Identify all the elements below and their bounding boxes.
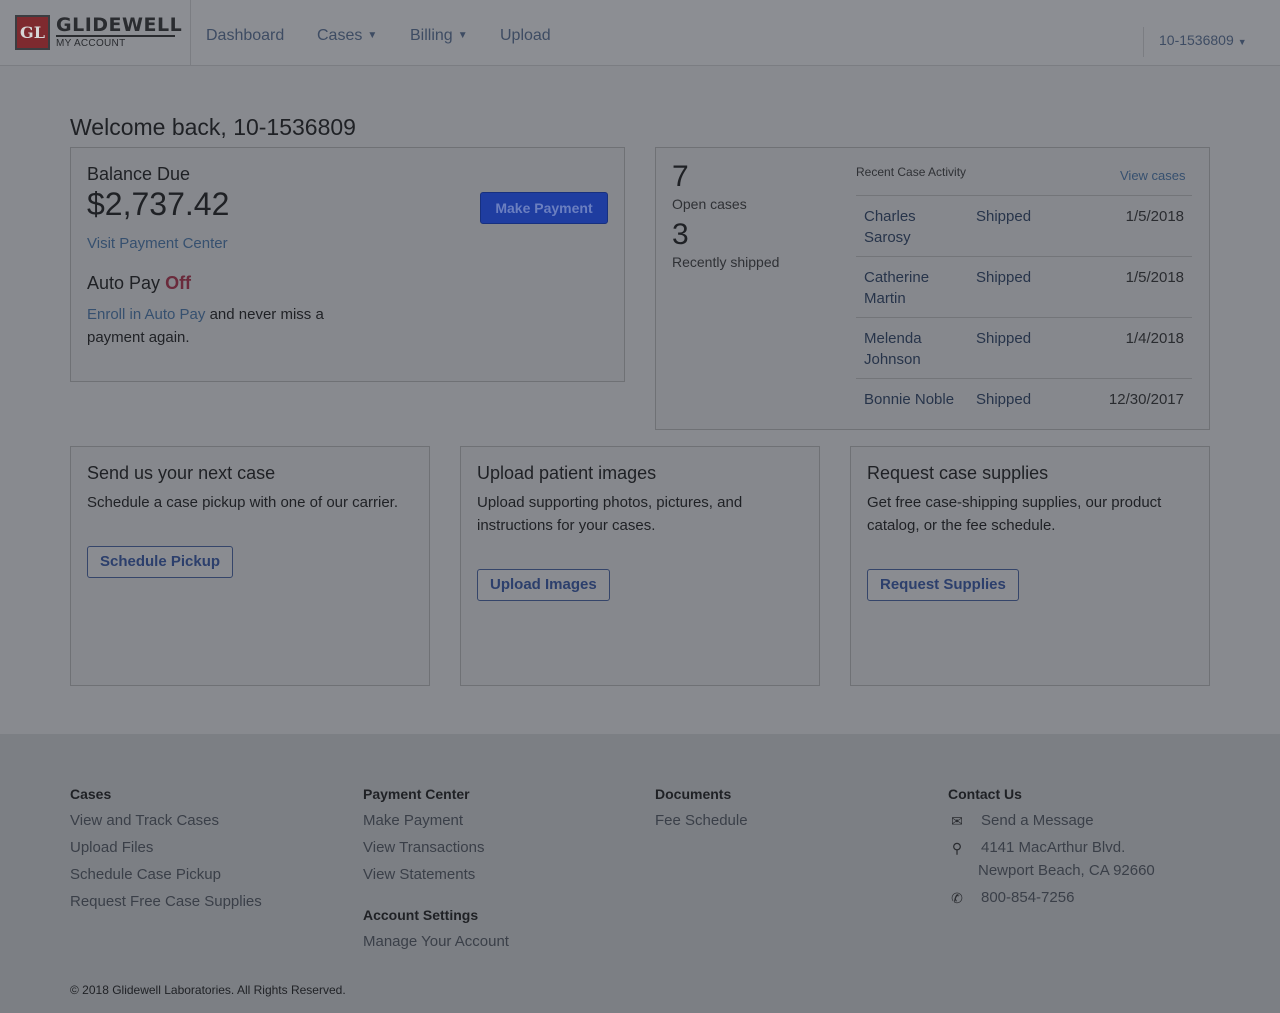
- card-title: Request case supplies: [867, 463, 1049, 483]
- footer-link-view-transactions[interactable]: View Transactions: [363, 838, 509, 865]
- balance-label: Balance Due: [87, 164, 191, 184]
- case-status: Shipped: [976, 208, 1032, 225]
- schedule-pickup-card: Send us your next case Schedule a case p…: [70, 446, 430, 686]
- card-description: Schedule a case pickup with one of our c…: [87, 494, 399, 511]
- table-row[interactable]: Bonnie Noble Shipped 12/30/2017: [856, 378, 1192, 419]
- send-message-link[interactable]: ✉ Send a Message: [948, 811, 1155, 838]
- case-status: Shipped: [976, 330, 1032, 347]
- address-city: Newport Beach, CA 92660: [978, 862, 1155, 879]
- footer-heading: Account Settings: [363, 907, 479, 923]
- card-description: Upload supporting photos, pictures, and …: [477, 494, 743, 534]
- case-status: Shipped: [976, 269, 1032, 286]
- caret-down-icon: ▼: [1237, 37, 1247, 47]
- envelope-icon: ✉: [951, 813, 963, 829]
- card-description: Get free case-shipping supplies, our pro…: [867, 494, 1162, 534]
- balance-amount: $2,737.42: [87, 186, 230, 222]
- account-number: 10-1536809: [1159, 32, 1234, 48]
- address-line-2: Newport Beach, CA 92660: [948, 861, 1155, 888]
- nav-upload[interactable]: Upload: [500, 27, 551, 45]
- caret-down-icon: ▼: [457, 30, 468, 42]
- footer-link-request-supplies[interactable]: Request Free Case Supplies: [70, 892, 262, 919]
- account-menu[interactable]: 10-1536809 ▼: [1159, 32, 1247, 48]
- request-supplies-button[interactable]: Request Supplies: [867, 569, 1019, 601]
- shipped-label: Recently shipped: [672, 254, 780, 270]
- recent-activity-title: Recent Case Activity: [856, 165, 967, 179]
- autopay-state: Off: [165, 273, 192, 293]
- brand-name: GLIDEWELL: [56, 14, 183, 36]
- footer-link-view-statements[interactable]: View Statements: [363, 865, 509, 892]
- visit-payment-center-link[interactable]: Visit Payment Center: [87, 235, 228, 252]
- footer-link-upload-files[interactable]: Upload Files: [70, 838, 262, 865]
- page-title: Welcome back, 10-1536809: [70, 114, 356, 140]
- case-status: Shipped: [976, 391, 1032, 408]
- request-supplies-card: Request case supplies Get free case-ship…: [850, 446, 1210, 686]
- nav-divider: [1143, 27, 1144, 57]
- nav-dashboard-label: Dashboard: [206, 27, 285, 44]
- upload-images-button[interactable]: Upload Images: [477, 569, 610, 601]
- case-date: 12/30/2017: [1108, 391, 1184, 408]
- nav-cases[interactable]: Cases ▼: [317, 27, 377, 45]
- glidewell-logo[interactable]: GL GLIDEWELL MY ACCOUNT: [0, 0, 191, 66]
- address-street: 4141 MacArthur Blvd.: [981, 839, 1126, 856]
- cases-panel: 7 Open cases 3 Recently shipped Recent C…: [655, 147, 1210, 430]
- phone-label: 800-854-7256: [981, 889, 1075, 906]
- table-row[interactable]: Charles Sarosy Shipped 1/5/2018: [856, 195, 1192, 257]
- open-cases-count: 7: [672, 160, 689, 193]
- autopay-status: Auto Pay Off: [87, 273, 191, 294]
- gl-logo-mark: GL: [15, 15, 50, 50]
- map-marker-icon: ⚲: [951, 840, 963, 856]
- phone-icon: ✆: [951, 890, 963, 906]
- nav-upload-label: Upload: [500, 27, 551, 44]
- nav-dashboard[interactable]: Dashboard: [206, 27, 284, 45]
- view-cases-link[interactable]: View cases: [1120, 168, 1186, 183]
- brand-subtitle: MY ACCOUNT: [56, 38, 126, 49]
- nav-cases-label: Cases: [317, 27, 363, 44]
- autopay-label: Auto Pay: [87, 273, 161, 293]
- recent-activity-table: Charles Sarosy Shipped 1/5/2018 Catherin…: [856, 195, 1192, 418]
- table-row[interactable]: Catherine Martin Shipped 1/5/2018: [856, 256, 1192, 318]
- patient-name[interactable]: Catherine Martin: [856, 257, 968, 318]
- logo-divider: [56, 35, 175, 37]
- footer-documents-column: Documents Fee Schedule: [655, 786, 748, 838]
- footer-heading: Cases: [70, 786, 112, 802]
- footer-cases-column: Cases View and Track Cases Upload Files …: [70, 786, 262, 919]
- send-message-label: Send a Message: [981, 812, 1094, 829]
- footer-heading: Documents: [655, 786, 732, 802]
- copyright: © 2018 Glidewell Laboratories. All Right…: [70, 983, 346, 997]
- case-date: 1/5/2018: [1125, 269, 1184, 286]
- enroll-autopay-text: Enroll in Auto Pay and never miss a paym…: [87, 303, 347, 349]
- nav-billing[interactable]: Billing ▼: [410, 27, 468, 45]
- patient-name[interactable]: Melenda Johnson: [856, 318, 968, 379]
- footer-contact-column: Contact Us ✉ Send a Message ⚲ 4141 MacAr…: [948, 786, 1155, 915]
- patient-name[interactable]: Charles Sarosy: [856, 196, 968, 257]
- shipped-count: 3: [672, 218, 689, 251]
- enroll-autopay-link[interactable]: Enroll in Auto Pay: [87, 306, 205, 323]
- phone-number[interactable]: ✆ 800-854-7256: [948, 888, 1155, 915]
- footer-link-make-payment[interactable]: Make Payment: [363, 811, 509, 838]
- footer-link-schedule-pickup[interactable]: Schedule Case Pickup: [70, 865, 262, 892]
- card-title: Send us your next case: [87, 463, 276, 483]
- card-title: Upload patient images: [477, 463, 657, 483]
- balance-panel: Balance Due $2,737.42 Make Payment Visit…: [70, 147, 625, 382]
- patient-name[interactable]: Bonnie Noble: [856, 379, 968, 419]
- open-cases-label: Open cases: [672, 196, 747, 212]
- top-navbar: GL GLIDEWELL MY ACCOUNT Dashboard Cases ▼…: [0, 0, 1280, 66]
- footer-heading: Contact Us: [948, 786, 1022, 802]
- table-row[interactable]: Melenda Johnson Shipped 1/4/2018: [856, 317, 1192, 379]
- caret-down-icon: ▼: [367, 30, 378, 42]
- footer-link-view-cases[interactable]: View and Track Cases: [70, 811, 262, 838]
- case-date: 1/5/2018: [1125, 208, 1184, 225]
- nav-billing-label: Billing: [410, 27, 453, 44]
- footer-link-manage-account[interactable]: Manage Your Account: [363, 932, 509, 959]
- make-payment-button[interactable]: Make Payment: [480, 192, 608, 224]
- footer-heading: Payment Center: [363, 786, 470, 802]
- upload-images-card: Upload patient images Upload supporting …: [460, 446, 820, 686]
- schedule-pickup-button[interactable]: Schedule Pickup: [87, 546, 234, 578]
- case-date: 1/4/2018: [1125, 330, 1184, 347]
- footer-link-fee-schedule[interactable]: Fee Schedule: [655, 811, 748, 838]
- footer-payment-column: Payment Center Make Payment View Transac…: [363, 786, 509, 959]
- site-footer: Cases View and Track Cases Upload Files …: [0, 734, 1280, 1013]
